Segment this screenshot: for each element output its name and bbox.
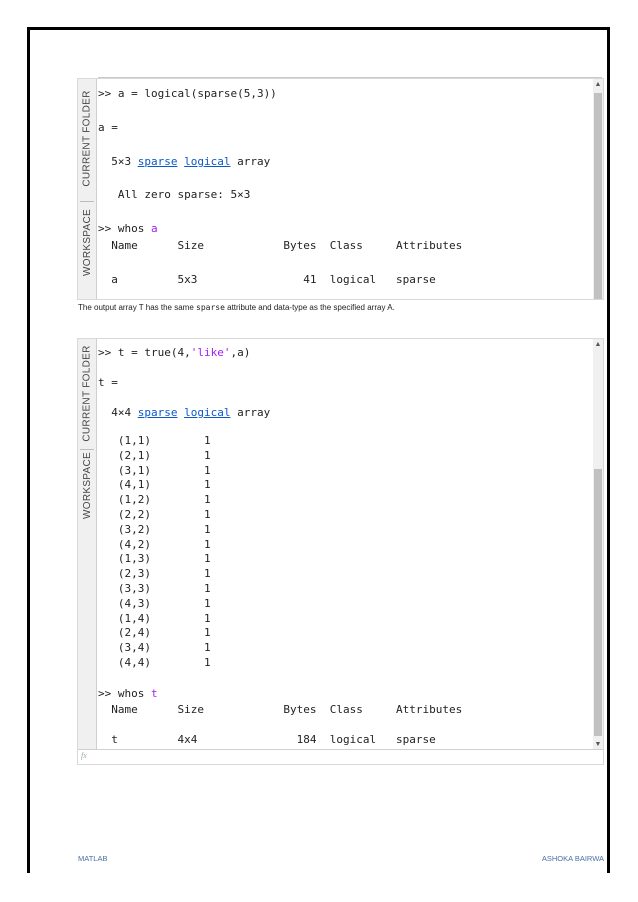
tab-workspace[interactable]: WORKSPACE bbox=[78, 452, 96, 519]
tab-current-folder[interactable]: CURRENT FOLDER bbox=[78, 83, 96, 193]
caption-code: sparse bbox=[196, 303, 225, 312]
command-prompt[interactable]: fx bbox=[78, 749, 603, 764]
footer-right: ASHOKA BAIRWA bbox=[541, 854, 604, 863]
whos-row: t 4x4 184 logical sparse bbox=[98, 733, 436, 746]
tab-workspace[interactable]: WORKSPACE bbox=[78, 207, 96, 277]
scroll-thumb[interactable] bbox=[594, 469, 602, 736]
command-window-1: CURRENT FOLDER WORKSPACE >> a = logical(… bbox=[77, 78, 604, 300]
sparse-entry: (4,2) 1 bbox=[98, 537, 211, 551]
side-tabs: CURRENT FOLDER WORKSPACE bbox=[78, 79, 97, 299]
sparse-link[interactable]: sparse bbox=[138, 155, 178, 168]
command-output[interactable]: >> t = true(4,'like',a) t = 4×4 sparse l… bbox=[98, 339, 591, 750]
sparse-entry: (1,3) 1 bbox=[98, 552, 211, 566]
scroll-down-arrow[interactable]: ▼ bbox=[593, 741, 603, 748]
sparse-entry: (3,2) 1 bbox=[98, 522, 211, 536]
sparse-entry: (4,4) 1 bbox=[98, 656, 211, 669]
command-line: >> a = logical(sparse(5,3)) bbox=[98, 87, 277, 100]
tab-current-folder[interactable]: CURRENT FOLDER bbox=[78, 343, 96, 443]
scroll-up-arrow[interactable]: ▲ bbox=[593, 81, 603, 88]
scrollbar[interactable]: ▲ bbox=[593, 79, 603, 299]
output-assign: a = bbox=[98, 121, 118, 134]
sparse-entry: (2,3) 1 bbox=[98, 567, 211, 581]
sparse-entry: (3,4) 1 bbox=[98, 641, 211, 655]
fx-icon[interactable]: fx bbox=[81, 751, 87, 760]
caption: The output array T has the same sparse a… bbox=[78, 303, 395, 312]
sparse-link[interactable]: sparse bbox=[138, 406, 178, 419]
whos-header: Name Size Bytes Class Attributes bbox=[98, 239, 463, 252]
sparse-entry: (3,3) 1 bbox=[98, 582, 211, 595]
whos-command: >> whos a bbox=[98, 222, 158, 235]
logical-link[interactable]: logical bbox=[184, 155, 230, 168]
output-all-zero: All zero sparse: 5×3 bbox=[98, 188, 251, 201]
sparse-entry: (2,1) 1 bbox=[98, 448, 211, 462]
output-description: 5×3 sparse logical array bbox=[98, 155, 271, 168]
tab-separator bbox=[80, 449, 94, 450]
sparse-entry: (4,1) 1 bbox=[98, 478, 211, 492]
sparse-entry: (4,3) 1 bbox=[98, 596, 211, 610]
sparse-entry: (2,4) 1 bbox=[98, 626, 211, 640]
whos-header: Name Size Bytes Class Attributes bbox=[98, 703, 463, 716]
whos-row: a 5x3 41 logical sparse bbox=[98, 273, 436, 286]
sparse-entry: (1,1) 1 bbox=[98, 434, 211, 447]
sparse-entry: (1,4) 1 bbox=[98, 611, 211, 625]
tab-separator bbox=[80, 201, 94, 202]
footer-left: MATLAB bbox=[78, 854, 108, 863]
sparse-entry: (1,2) 1 bbox=[98, 493, 211, 507]
command-window-2: CURRENT FOLDER WORKSPACE >> t = true(4,'… bbox=[77, 338, 604, 765]
logical-link[interactable]: logical bbox=[184, 406, 230, 419]
sparse-entry: (3,1) 1 bbox=[98, 463, 211, 477]
command-output[interactable]: >> a = logical(sparse(5,3)) a = 5×3 spar… bbox=[98, 79, 591, 299]
output-assign: t = bbox=[98, 376, 118, 389]
scroll-thumb[interactable] bbox=[594, 93, 602, 299]
output-description: 4×4 sparse logical array bbox=[98, 406, 271, 419]
command-line: >> t = true(4,'like',a) bbox=[98, 346, 251, 359]
whos-command: >> whos t bbox=[98, 687, 158, 700]
scroll-up-arrow[interactable]: ▲ bbox=[593, 341, 603, 348]
sparse-entry: (2,2) 1 bbox=[98, 508, 211, 521]
side-tabs: CURRENT FOLDER WORKSPACE bbox=[78, 339, 97, 751]
scrollbar[interactable]: ▲ ▼ bbox=[593, 339, 603, 750]
